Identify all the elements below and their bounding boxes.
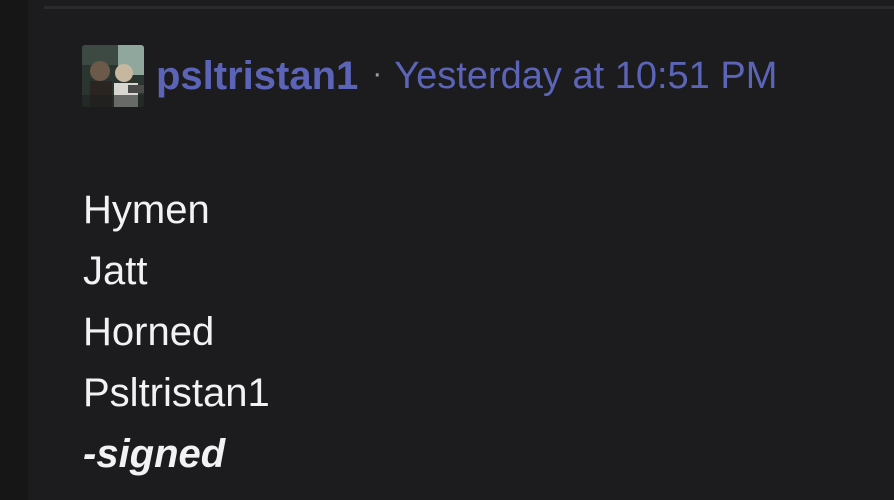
author-username[interactable]: psltristan1: [156, 54, 358, 99]
message-line: Horned: [83, 310, 215, 354]
message-line: Jatt: [83, 249, 148, 293]
message-body: Hymen Jatt Horned Psltristan1 -signed: [83, 180, 270, 485]
message-signature: -signed: [83, 432, 226, 476]
left-gutter: [0, 0, 28, 500]
message-header: psltristan1 · Yesterday at 10:51 PM: [82, 44, 777, 108]
header-separator: ·: [372, 57, 383, 90]
avatar[interactable]: [82, 45, 144, 107]
message-timestamp[interactable]: Yesterday at 10:51 PM: [394, 55, 777, 98]
message-divider: [44, 6, 894, 9]
message-line: Hymen: [83, 188, 210, 232]
message-line: Psltristan1: [83, 371, 270, 415]
